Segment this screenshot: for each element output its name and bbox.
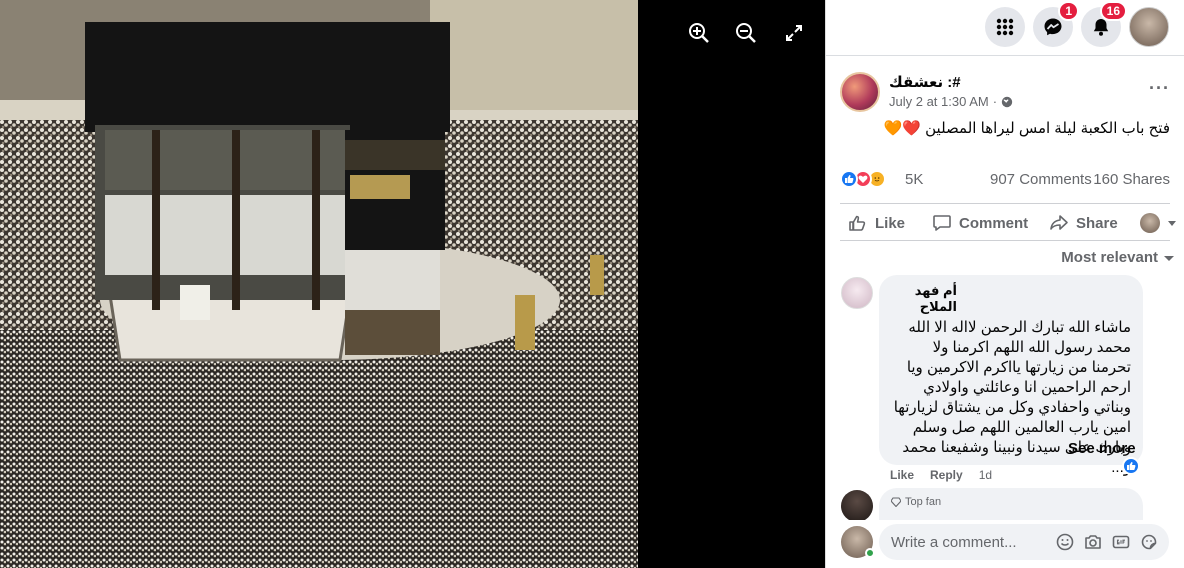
- caret-down-icon: [1164, 255, 1174, 261]
- comment-bubble: أم فهد الملاح ماشاء الله تبارك الرحمن لا…: [879, 275, 1143, 476]
- messenger-icon: [1044, 18, 1062, 36]
- zoom-in-icon: [689, 23, 709, 43]
- fullscreen-icon: [786, 25, 802, 41]
- share-icon: [1050, 215, 1068, 230]
- notifications-badge: 16: [1099, 1, 1127, 21]
- globe-icon: [1001, 96, 1013, 107]
- menu-button[interactable]: [985, 7, 1025, 47]
- like-reaction-icon: [840, 170, 858, 188]
- comment-button[interactable]: Comment: [932, 210, 1028, 236]
- thumbs-up-icon: [849, 215, 866, 231]
- post-timestamp[interactable]: July 2 at 1:30 AM: [889, 94, 989, 109]
- top-fan-label: Top fan: [905, 496, 942, 508]
- sort-comments-dropdown[interactable]: Most relevant: [1061, 249, 1174, 266]
- share-as-avatar: [1140, 213, 1160, 233]
- sticker-icon: [1141, 534, 1157, 550]
- comment-label: Comment: [959, 214, 1029, 232]
- gif-button[interactable]: [1112, 533, 1130, 551]
- comment-like-reaction[interactable]: [1122, 457, 1140, 475]
- comment-icon: [933, 215, 951, 231]
- emoji-button[interactable]: [1056, 533, 1074, 551]
- fullscreen-button[interactable]: [781, 20, 807, 46]
- top-fan-badge: Top fan: [891, 496, 941, 508]
- zoom-in-button[interactable]: [686, 20, 712, 46]
- comment-bubble-2: Top fan: [879, 488, 1143, 520]
- post-header: نعشقك :# July 2 at 1:30 AM · ···: [840, 72, 1170, 116]
- diamond-icon: [891, 497, 901, 507]
- chevron-down-icon: [1168, 221, 1176, 226]
- comment-input[interactable]: Write a comment...: [879, 524, 1169, 560]
- page-name[interactable]: نعشقك :#: [889, 73, 961, 91]
- kaaba-photo-illustration: [0, 0, 638, 568]
- sticker-button[interactable]: [1140, 533, 1158, 551]
- comment-author[interactable]: أم فهد الملاح: [891, 283, 957, 315]
- meta-separator: ·: [992, 94, 998, 109]
- commenter-avatar-2[interactable]: [841, 490, 873, 522]
- account-avatar[interactable]: [1129, 7, 1169, 47]
- messenger-button[interactable]: 1: [1033, 1, 1079, 47]
- post-meta: July 2 at 1:30 AM ·: [889, 94, 1013, 109]
- online-status-dot: [865, 548, 875, 558]
- post-side-panel: 1 16 نعشقك :# July 2 at 1:30 AM · ··· فت…: [825, 0, 1184, 568]
- comments-count[interactable]: 907 Comments: [990, 171, 1092, 188]
- gif-icon: [1112, 535, 1130, 549]
- share-as-selector[interactable]: [1140, 210, 1177, 236]
- comment-time[interactable]: 1d: [979, 468, 992, 482]
- camera-icon: [1085, 535, 1101, 549]
- comment-like-link[interactable]: Like: [890, 468, 914, 482]
- photo-viewer: [0, 0, 825, 568]
- thumbs-up-mini-icon: [1127, 462, 1136, 470]
- top-bar: 1 16: [826, 0, 1184, 56]
- sort-label: Most relevant: [1061, 249, 1158, 266]
- photo-button[interactable]: [1084, 533, 1102, 551]
- messenger-badge: 1: [1058, 1, 1079, 21]
- comment-actions: Like Reply 1d: [890, 468, 992, 482]
- zoom-out-icon: [736, 23, 756, 43]
- write-comment-row: Write a comment...: [826, 520, 1184, 568]
- grid-menu-icon: [996, 18, 1014, 36]
- commenter-avatar[interactable]: [841, 277, 873, 309]
- share-label: Share: [1076, 214, 1118, 232]
- shares-count[interactable]: 160 Shares: [1093, 171, 1170, 188]
- more-options-button[interactable]: ···: [1149, 78, 1170, 99]
- reactions-count[interactable]: 5K: [905, 171, 923, 188]
- zoom-out-button[interactable]: [733, 20, 759, 46]
- notifications-button[interactable]: 16: [1081, 1, 1127, 47]
- reactions-bar: 5K 907 Comments 160 Shares: [840, 168, 1170, 192]
- post-caption: فتح باب الكعبة ليلة امس ليراها المصلين ❤…: [883, 120, 1170, 137]
- share-button[interactable]: Share: [1049, 210, 1118, 236]
- like-label: Like: [875, 214, 906, 232]
- comment-reply-link[interactable]: Reply: [930, 468, 963, 482]
- like-button[interactable]: Like: [848, 210, 905, 236]
- post-photo[interactable]: [0, 0, 638, 568]
- emoji-icon: [1056, 533, 1074, 551]
- comment-input-placeholder: Write a comment...: [891, 534, 1017, 551]
- page-avatar[interactable]: [840, 72, 880, 112]
- see-more-link[interactable]: See more: [1068, 440, 1136, 457]
- post-actions: Like Comment Share: [840, 203, 1176, 241]
